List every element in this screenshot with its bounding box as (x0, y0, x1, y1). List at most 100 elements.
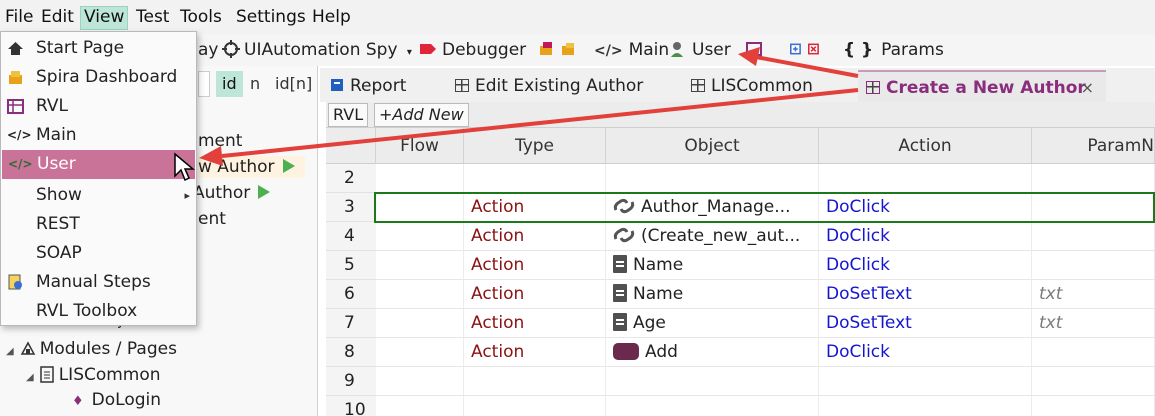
cell-param[interactable] (1032, 222, 1155, 251)
header-type[interactable]: Type (464, 128, 606, 164)
rvl-tab[interactable]: RVL (328, 103, 369, 127)
tab-report[interactable]: Report (322, 70, 414, 102)
tree-item-create-new-author[interactable]: w Author (198, 156, 305, 178)
header-param-name[interactable]: ParamN (1032, 128, 1155, 164)
cell-flow[interactable] (376, 164, 464, 193)
cell-action[interactable]: DoClick (819, 222, 1032, 251)
menu-item-start-page[interactable]: Start Page (1, 34, 196, 63)
play-icon[interactable] (258, 185, 271, 199)
debugger-button[interactable]: Debugger (418, 39, 526, 61)
cell-action[interactable] (819, 164, 1032, 193)
cell-flow[interactable] (376, 309, 464, 338)
user-button[interactable]: User (670, 39, 731, 61)
close-icon[interactable]: × (1081, 72, 1094, 104)
menu-item-rvl[interactable]: RVL (1, 92, 196, 121)
menu-help[interactable]: Help (309, 6, 354, 30)
menu-item-rvl-toolbox[interactable]: RVL Toolbox (1, 297, 196, 326)
filter-input[interactable] (198, 71, 210, 97)
row-number: 2 (326, 164, 376, 193)
tree-item-dologin[interactable]: ♦ DoLogin (72, 389, 161, 413)
menu-tools[interactable]: Tools (177, 6, 225, 30)
add-new-button[interactable]: +Add New (374, 103, 469, 127)
filter-idn-toggle[interactable]: id[n] (275, 71, 312, 97)
cell-flow[interactable] (376, 367, 464, 396)
menu-test[interactable]: Test (133, 6, 172, 30)
menu-item-main[interactable]: </> Main (1, 121, 196, 150)
menu-edit[interactable]: Edit (38, 6, 77, 30)
cell-flow[interactable] (376, 251, 464, 280)
tab-label: Report (350, 76, 407, 96)
cell-object[interactable]: Age (606, 309, 819, 338)
cell-type[interactable] (464, 367, 606, 396)
uiautomation-spy-button[interactable]: UIAutomation Spy ▾ (222, 39, 412, 61)
collapse-arrow-icon[interactable]: ◢ (26, 372, 34, 383)
cell-param[interactable] (1032, 338, 1155, 367)
params-button[interactable]: { } Params (843, 39, 944, 61)
menu-item-label: User (37, 154, 76, 174)
cell-flow[interactable] (376, 222, 464, 251)
document-icon (39, 366, 54, 383)
tree-item-partial[interactable]: ent (198, 208, 226, 230)
cell-flow[interactable] (376, 338, 464, 367)
menu-settings[interactable]: Settings (233, 6, 309, 30)
cell-type[interactable]: Action (464, 309, 606, 338)
param-tools[interactable] (790, 39, 826, 61)
filter-id-toggle[interactable]: id (216, 71, 243, 97)
tree-item-liscommon[interactable]: ◢ LISCommon (26, 364, 161, 389)
cell-object[interactable]: (Create_new_aut... (606, 222, 819, 251)
cell-object[interactable] (606, 164, 819, 193)
tree-item-label: LISCommon (58, 365, 161, 385)
cell-object[interactable] (606, 367, 819, 396)
cell-param[interactable]: txt (1032, 309, 1155, 338)
menu-item-user[interactable]: </> User (2, 150, 195, 179)
tree-item-partial[interactable]: ment (198, 130, 242, 152)
tree-item-modules-pages[interactable]: ◢ Modules / Pages (6, 338, 177, 363)
cell-type[interactable]: Action (464, 251, 606, 280)
cell-type[interactable] (464, 396, 606, 416)
header-action[interactable]: Action (819, 128, 1032, 164)
menu-item-show[interactable]: Show ▸ (1, 181, 196, 210)
spira-buttons[interactable] (538, 39, 582, 61)
cell-type[interactable]: Action (464, 280, 606, 309)
cell-param[interactable] (1032, 251, 1155, 280)
cell-type[interactable] (464, 164, 606, 193)
play-icon[interactable] (282, 159, 295, 173)
cell-action[interactable]: DoSetText (819, 280, 1032, 309)
cell-type[interactable]: Action (464, 222, 606, 251)
menu-file[interactable]: File (2, 6, 36, 30)
tab-label: Create a New Author (886, 78, 1086, 98)
header-flow[interactable]: Flow (376, 128, 464, 164)
play-button-partial[interactable]: ay (198, 39, 218, 61)
tab-edit-existing-author[interactable]: Edit Existing Author (447, 70, 651, 102)
menu-item-manual-steps[interactable]: Manual Steps (1, 268, 196, 297)
cell-flow[interactable] (376, 396, 464, 416)
tab-liscommon[interactable]: LISCommon (683, 70, 821, 102)
menu-item-spira-dashboard[interactable]: Spira Dashboard (1, 63, 196, 92)
cell-param[interactable]: txt (1032, 280, 1155, 309)
filter-n-toggle[interactable]: n (250, 71, 260, 97)
cell-param[interactable] (1032, 164, 1155, 193)
tab-create-new-author[interactable]: Create a New Author × (858, 70, 1106, 102)
cell-object[interactable]: Name (606, 251, 819, 280)
cell-type[interactable]: Action (464, 338, 606, 367)
cell-param[interactable] (1032, 396, 1155, 416)
main-button[interactable]: </> Main (594, 39, 669, 61)
menu-view[interactable]: View (80, 6, 129, 30)
menu-item-rest[interactable]: REST (1, 210, 196, 239)
cell-param[interactable] (1032, 367, 1155, 396)
cell-action[interactable]: DoSetText (819, 309, 1032, 338)
add-param-icon (790, 43, 801, 55)
cell-object[interactable] (606, 396, 819, 416)
cell-action[interactable]: DoClick (819, 251, 1032, 280)
collapse-arrow-icon[interactable]: ◢ (6, 346, 14, 357)
header-object[interactable]: Object (606, 128, 819, 164)
chevron-down-icon[interactable]: ▾ (407, 47, 412, 58)
grid-tool-button[interactable] (745, 39, 767, 61)
cell-object[interactable]: Add (606, 338, 819, 367)
cell-action[interactable] (819, 396, 1032, 416)
cell-flow[interactable] (376, 280, 464, 309)
menu-item-soap[interactable]: SOAP (1, 239, 196, 268)
cell-action[interactable]: DoClick (819, 338, 1032, 367)
cell-object[interactable]: Name (606, 280, 819, 309)
cell-action[interactable] (819, 367, 1032, 396)
